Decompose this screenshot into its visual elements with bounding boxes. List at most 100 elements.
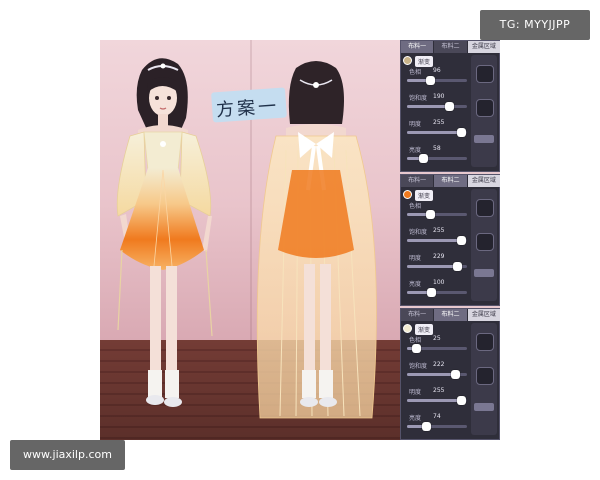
slider-label: 明度 (409, 255, 422, 262)
subtab-row: 渐变 (415, 56, 434, 67)
slider-track[interactable] (407, 396, 467, 405)
preset-slot[interactable] (476, 99, 494, 117)
slider-knob[interactable] (457, 236, 466, 245)
slider-track[interactable] (407, 210, 467, 219)
slider-track[interactable] (407, 236, 467, 245)
slider-label: 饱和度 (409, 363, 428, 370)
slider-knob[interactable] (457, 396, 466, 405)
slider-label: 亮度 (409, 147, 422, 154)
slider-hue[interactable]: 色相 96 (403, 67, 469, 89)
tab-metal-area[interactable]: 金属区域 (467, 175, 500, 187)
slider-label: 亮度 (409, 415, 422, 422)
side-controls (471, 189, 497, 301)
tab-fabric-1[interactable]: 布料一 (401, 41, 435, 53)
slider-hue[interactable]: 色相 (403, 201, 469, 223)
slider-track[interactable] (407, 422, 467, 431)
slider-knob[interactable] (457, 128, 466, 137)
slider-knob[interactable] (445, 102, 454, 111)
slider-label: 色相 (409, 69, 422, 76)
slider-value: 96 (433, 67, 441, 74)
tab-metal-area[interactable]: 金属区域 (467, 309, 500, 321)
character-scene: 方案一 (100, 40, 400, 440)
preset-slot[interactable] (476, 199, 494, 217)
game-screenshot: 方案一 布料一 布料二 金属区域 渐变 色相 96 饱和度 190 明度 255… (100, 40, 500, 440)
color-swatch[interactable] (403, 324, 412, 333)
color-panel-3: 布料一 布料二 金属区域 渐变 色相 25 饱和度 222 明度 255 亮度 … (400, 308, 500, 440)
slider-track[interactable] (407, 262, 467, 271)
color-swatch[interactable] (403, 190, 412, 199)
slider-value: 255 (433, 387, 445, 394)
slider-value: 190 (433, 93, 445, 100)
slider-value: 100 (433, 279, 445, 286)
slider-label: 明度 (409, 121, 422, 128)
slider-value: 74 (433, 413, 441, 420)
slider-knob[interactable] (453, 262, 462, 271)
subtab-row: 渐变 (415, 324, 434, 335)
slider-value: 255 (433, 119, 445, 126)
subtab-gradient[interactable]: 渐变 (415, 324, 434, 335)
side-button[interactable] (474, 135, 494, 143)
slider-value: 255 (433, 227, 445, 234)
panel-tabs: 布料一 布料二 金属区域 (401, 175, 500, 187)
slider-track[interactable] (407, 102, 467, 111)
slider-value: 25 (433, 335, 441, 342)
tab-fabric-2[interactable]: 布料二 (434, 309, 468, 321)
preset-slot[interactable] (476, 333, 494, 351)
slider-label: 饱和度 (409, 229, 428, 236)
slider-label: 色相 (409, 203, 422, 210)
slider-knob[interactable] (451, 370, 460, 379)
color-swatch[interactable] (403, 56, 412, 65)
side-controls (471, 323, 497, 435)
preset-slot[interactable] (476, 233, 494, 251)
slider-track[interactable] (407, 288, 467, 297)
slider-saturation[interactable]: 饱和度 255 (403, 227, 469, 249)
tab-fabric-1[interactable]: 布料一 (401, 309, 435, 321)
slider-brightness[interactable]: 明度 229 (403, 253, 469, 275)
slider-value: 222 (433, 361, 445, 368)
slider-track[interactable] (407, 370, 467, 379)
slider-value: 229 (433, 253, 445, 260)
side-controls (471, 55, 497, 167)
slider-hue[interactable]: 色相 25 (403, 335, 469, 357)
slider-label: 亮度 (409, 281, 422, 288)
slider-knob[interactable] (426, 210, 435, 219)
slider-saturation[interactable]: 饱和度 222 (403, 361, 469, 383)
tab-fabric-2[interactable]: 布料二 (434, 41, 468, 53)
side-button[interactable] (474, 403, 494, 411)
slider-track[interactable] (407, 128, 467, 137)
slider-label: 明度 (409, 389, 422, 396)
slider-luminance[interactable]: 亮度 58 (403, 145, 469, 167)
scheme-title: 方案一 (215, 95, 280, 122)
slider-track[interactable] (407, 344, 467, 353)
color-panel-1: 布料一 布料二 金属区域 渐变 色相 96 饱和度 190 明度 255 亮度 … (400, 40, 500, 172)
slider-luminance[interactable]: 亮度 74 (403, 413, 469, 435)
slider-knob[interactable] (412, 344, 421, 353)
slider-knob[interactable] (426, 76, 435, 85)
character-front (116, 58, 213, 407)
slider-label: 色相 (409, 337, 422, 344)
slider-knob[interactable] (427, 288, 436, 297)
panel-tabs: 布料一 布料二 金属区域 (401, 41, 500, 53)
slider-knob[interactable] (419, 154, 428, 163)
slider-brightness[interactable]: 明度 255 (403, 387, 469, 409)
slider-track[interactable] (407, 76, 467, 85)
watermark-top-right: TG: MYYJJPP (480, 10, 590, 40)
preset-slot[interactable] (476, 367, 494, 385)
tab-fabric-2[interactable]: 布料二 (434, 175, 468, 187)
slider-knob[interactable] (422, 422, 431, 431)
side-button[interactable] (474, 269, 494, 277)
slider-brightness[interactable]: 明度 255 (403, 119, 469, 141)
watermark-bottom-left: www.jiaxilp.com (10, 440, 125, 470)
tab-fabric-1[interactable]: 布料一 (401, 175, 435, 187)
subtab-gradient[interactable]: 渐变 (415, 190, 434, 201)
slider-value: 58 (433, 145, 441, 152)
slider-saturation[interactable]: 饱和度 190 (403, 93, 469, 115)
slider-label: 饱和度 (409, 95, 428, 102)
subtab-gradient[interactable]: 渐变 (415, 56, 434, 67)
panel-tabs: 布料一 布料二 金属区域 (401, 309, 500, 321)
tab-metal-area[interactable]: 金属区域 (467, 41, 500, 53)
subtab-row: 渐变 (415, 190, 434, 201)
preset-slot[interactable] (476, 65, 494, 83)
slider-luminance[interactable]: 亮度 100 (403, 279, 469, 301)
slider-track[interactable] (407, 154, 467, 163)
